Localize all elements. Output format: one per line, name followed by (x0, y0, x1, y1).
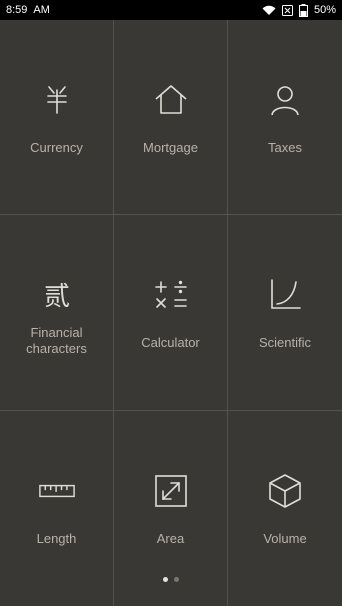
person-icon (265, 80, 305, 120)
sim-blocked-icon (281, 4, 293, 16)
arithmetic-icon (151, 275, 191, 315)
curve-graph-icon (265, 275, 305, 315)
tile-scientific[interactable]: Scientific (228, 215, 342, 411)
page-indicator (0, 577, 342, 582)
tile-label-line2: characters (26, 341, 87, 356)
converter-grid: Currency Mortgage Taxes 贰 Financial char… (0, 20, 342, 606)
tile-mortgage[interactable]: Mortgage (114, 20, 228, 215)
tile-financial-characters[interactable]: 贰 Financial characters (0, 215, 114, 411)
battery-percent: 50% (313, 4, 336, 16)
chinese-numeral-icon: 贰 (37, 275, 77, 315)
house-icon (151, 80, 191, 120)
battery-icon (298, 3, 308, 17)
cube-icon (265, 471, 305, 511)
status-time: 8:59 (6, 4, 28, 16)
status-icons: 50% (262, 3, 336, 17)
tile-label: Volume (263, 531, 307, 546)
tile-label: Length (36, 531, 77, 546)
tile-currency[interactable]: Currency (0, 20, 114, 215)
tile-label: Currency (30, 140, 83, 155)
tile-label: Mortgage (143, 140, 198, 155)
resize-arrows-icon (151, 471, 191, 511)
tile-label: Taxes (268, 140, 302, 155)
tile-label: Area (156, 531, 185, 546)
tile-taxes[interactable]: Taxes (228, 20, 342, 215)
status-time-group: 8:59 AM (6, 4, 56, 16)
tile-label: Financial characters (20, 325, 93, 357)
yuan-icon (37, 80, 77, 120)
tile-calculator[interactable]: Calculator (114, 215, 228, 411)
status-period: AM (33, 4, 50, 16)
status-bar: 8:59 AM 50% (0, 0, 342, 20)
ruler-icon (37, 471, 77, 511)
tile-label-line1: Financial (30, 325, 83, 340)
tile-label: Scientific (258, 335, 312, 350)
page-dot-active[interactable] (163, 577, 168, 582)
page-dot[interactable] (174, 577, 179, 582)
tile-label: Calculator (141, 335, 200, 350)
svg-text:贰: 贰 (43, 282, 69, 312)
wifi-icon (262, 5, 276, 16)
